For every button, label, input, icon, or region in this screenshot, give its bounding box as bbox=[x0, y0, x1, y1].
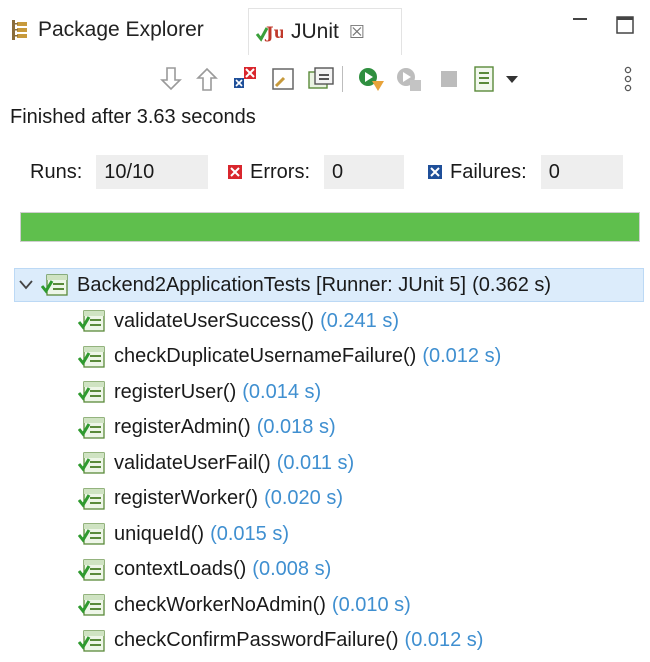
show-failures-only-icon[interactable] bbox=[230, 64, 260, 94]
view-menu-icon[interactable] bbox=[616, 64, 640, 94]
test-case-time: (0.010 s) bbox=[331, 593, 411, 616]
minimize-icon[interactable] bbox=[570, 14, 590, 39]
test-case-time: (0.014 s) bbox=[242, 380, 322, 403]
test-case-row[interactable]: checkConfirmPasswordFailure() (0.012 s) bbox=[78, 624, 483, 658]
test-case-name: checkDuplicateUsernameFailure() bbox=[114, 345, 417, 367]
test-case-time: (0.241 s) bbox=[320, 309, 400, 332]
junit-icon: Ju bbox=[255, 20, 283, 44]
test-suite-name: Backend2ApplicationTests [Runner: JUnit … bbox=[77, 273, 467, 296]
test-case-row[interactable]: registerAdmin() (0.018 s) bbox=[78, 411, 336, 445]
tab-package-explorer[interactable]: Package Explorer bbox=[10, 8, 242, 52]
test-progress-fill bbox=[21, 213, 639, 241]
test-run-history-icon[interactable] bbox=[470, 64, 500, 94]
test-case-time: (0.015 s) bbox=[210, 522, 289, 545]
view-tab-bar: Package Explorer Ju JUnit ☒ bbox=[0, 0, 650, 56]
test-success-icon bbox=[78, 558, 106, 582]
failures-counter: Failures: 0 bbox=[428, 154, 623, 190]
runs-value: 10/10 bbox=[96, 155, 209, 189]
test-case-name: uniqueId() bbox=[114, 522, 205, 545]
previous-failure-icon[interactable] bbox=[192, 64, 222, 94]
history-dropdown-chevron-down-icon[interactable] bbox=[500, 64, 524, 94]
runs-label: Runs: bbox=[30, 160, 83, 183]
test-success-icon bbox=[78, 593, 106, 617]
test-success-icon bbox=[78, 451, 106, 475]
stop-icon[interactable] bbox=[434, 64, 464, 94]
test-progress-bar bbox=[20, 212, 640, 242]
test-suite-success-icon bbox=[41, 273, 69, 297]
test-suite-time: (0.362 s) bbox=[472, 273, 552, 296]
test-case-row[interactable]: validateUserSuccess() (0.241 s) bbox=[78, 304, 399, 338]
expand-chevron-down-icon[interactable] bbox=[15, 280, 37, 290]
test-success-icon bbox=[78, 487, 106, 511]
test-case-row[interactable]: uniqueId() (0.015 s) bbox=[78, 517, 289, 551]
package-explorer-icon bbox=[10, 19, 30, 41]
tab-package-explorer-label: Package Explorer bbox=[38, 18, 204, 41]
test-case-name: contextLoads() bbox=[114, 558, 247, 580]
runs-counter: Runs: 10/10 bbox=[30, 154, 209, 190]
test-case-time: (0.020 s) bbox=[264, 487, 344, 509]
failure-icon bbox=[428, 165, 442, 179]
tab-junit[interactable]: Ju JUnit ☒ bbox=[248, 8, 402, 55]
test-case-name: checkConfirmPasswordFailure() bbox=[114, 629, 399, 651]
svg-text:Ju: Ju bbox=[264, 23, 283, 42]
failures-value: 0 bbox=[540, 155, 623, 189]
run-status-message: Finished after 3.63 seconds bbox=[10, 106, 256, 128]
test-case-time: (0.008 s) bbox=[252, 558, 332, 580]
test-case-time: (0.012 s) bbox=[422, 345, 502, 367]
test-success-icon bbox=[78, 522, 106, 546]
history-icon[interactable] bbox=[306, 64, 336, 94]
next-failure-icon[interactable] bbox=[156, 64, 186, 94]
test-case-row[interactable]: registerWorker() (0.020 s) bbox=[78, 482, 343, 516]
test-case-name: registerAdmin() bbox=[114, 416, 251, 438]
test-case-name: validateUserSuccess() bbox=[114, 309, 315, 332]
test-success-icon bbox=[78, 345, 106, 369]
close-icon[interactable]: ☒ bbox=[349, 22, 365, 43]
rerun-failed-first-icon[interactable] bbox=[394, 64, 424, 94]
test-success-icon bbox=[78, 416, 106, 440]
test-success-icon bbox=[78, 629, 106, 653]
test-case-row[interactable]: contextLoads() (0.008 s) bbox=[78, 553, 331, 587]
test-case-row[interactable]: registerUser() (0.014 s) bbox=[78, 375, 321, 409]
test-case-name: checkWorkerNoAdmin() bbox=[114, 593, 326, 616]
test-case-name: validateUserFail() bbox=[114, 451, 271, 474]
tab-junit-label: JUnit bbox=[291, 20, 339, 43]
test-case-time: (0.018 s) bbox=[256, 416, 336, 438]
failures-label: Failures: bbox=[450, 160, 527, 183]
test-case-time: (0.012 s) bbox=[404, 629, 484, 651]
test-case-time: (0.011 s) bbox=[276, 451, 355, 474]
junit-toolbar bbox=[0, 56, 650, 104]
errors-counter: Errors: 0 bbox=[228, 154, 404, 190]
test-case-row[interactable]: checkWorkerNoAdmin() (0.010 s) bbox=[78, 588, 411, 622]
toolbar-separator bbox=[342, 66, 343, 92]
test-case-row[interactable]: validateUserFail() (0.011 s) bbox=[78, 446, 354, 480]
test-success-icon bbox=[78, 380, 106, 404]
errors-label: Errors: bbox=[250, 160, 310, 183]
scroll-lock-icon[interactable] bbox=[268, 64, 298, 94]
test-case-name: registerUser() bbox=[114, 380, 237, 403]
rerun-test-icon[interactable] bbox=[356, 64, 386, 94]
test-suite-row[interactable]: Backend2ApplicationTests [Runner: JUnit … bbox=[14, 268, 644, 302]
maximize-icon[interactable] bbox=[614, 14, 636, 41]
test-counters: Runs: 10/10 Errors: 0 Failures: 0 bbox=[0, 154, 650, 192]
test-case-name: registerWorker() bbox=[114, 487, 259, 509]
error-icon bbox=[228, 165, 242, 179]
test-case-row[interactable]: checkDuplicateUsernameFailure() (0.012 s) bbox=[78, 340, 501, 374]
errors-value: 0 bbox=[324, 155, 404, 189]
test-success-icon bbox=[78, 309, 106, 333]
